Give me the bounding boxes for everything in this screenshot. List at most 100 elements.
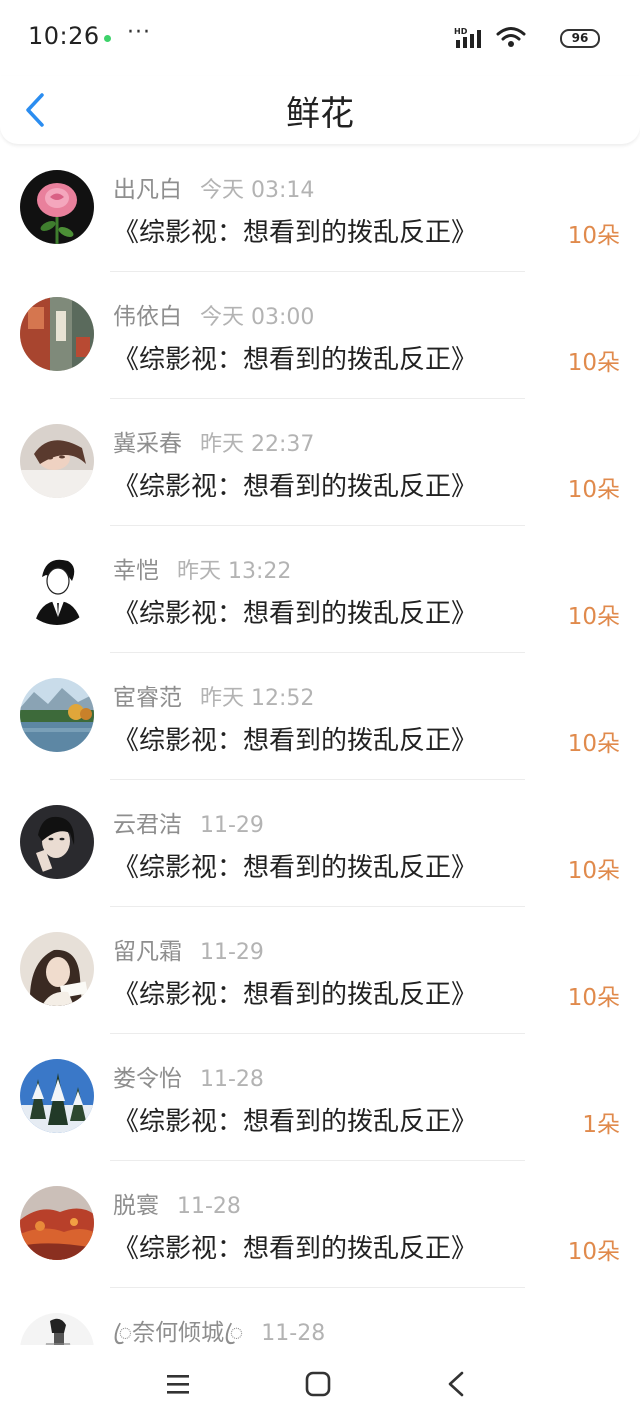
user-name[interactable]: 云君洁 [113, 812, 182, 838]
list-item[interactable]: 娄令怡 11-28 《综影视：想看到的拨乱反正》 1朵 [0, 1035, 640, 1162]
item-meta: 脱寰 11-28 [113, 1186, 241, 1220]
item-meta: 留凡霜 11-29 [113, 932, 264, 966]
battery-icon: 96 [560, 29, 600, 48]
book-title[interactable]: 《综影视：想看到的拨乱反正》 [113, 847, 477, 884]
flower-count: 10朵 [567, 858, 620, 884]
flower-count: 10朵 [567, 731, 620, 757]
menu-button[interactable] [158, 1367, 198, 1403]
user-name[interactable]: 宦睿范 [113, 685, 182, 711]
user-name[interactable]: 出凡白 [113, 177, 182, 203]
avatar[interactable] [20, 424, 94, 498]
book-title[interactable]: 《综影视：想看到的拨乱反正》 [113, 593, 477, 630]
system-nav-bar [0, 1345, 640, 1422]
item-meta: 出凡白 今天 03:14 [113, 170, 314, 204]
flower-count: 10朵 [567, 477, 620, 503]
user-name[interactable]: 冀采春 [113, 431, 182, 457]
avatar[interactable] [20, 1186, 94, 1260]
divider [110, 906, 525, 907]
home-button[interactable] [298, 1367, 338, 1403]
book-title[interactable]: 《综影视：想看到的拨乱反正》 [113, 466, 477, 503]
page-title: 鲜花 [286, 94, 354, 134]
user-name[interactable]: ꦿ奈何倾城ꦿ [113, 1320, 243, 1346]
status-time: 10:26 [28, 22, 100, 50]
lake-avatar-image [20, 678, 94, 752]
user-name[interactable]: 幸恺 [113, 558, 159, 584]
portrait-avatar-image [20, 805, 94, 879]
divider [110, 1160, 525, 1161]
book-title[interactable]: 《综影视：想看到的拨乱反正》 [113, 212, 477, 249]
list-item[interactable]: 冀采春 昨天 22:37 《综影视：想看到的拨乱反正》 10朵 [0, 400, 640, 527]
portrait-avatar-image [20, 424, 94, 498]
avatar[interactable] [20, 170, 94, 244]
more-notifications-icon: ··· [127, 20, 151, 45]
collage-avatar-image [20, 297, 94, 371]
home-square-icon [305, 1371, 331, 1397]
portrait-avatar-image [20, 932, 94, 1006]
book-title[interactable]: 《综影视：想看到的拨乱反正》 [113, 1228, 477, 1265]
timestamp: 今天 03:14 [200, 178, 315, 203]
book-title[interactable]: 《综影视：想看到的拨乱反正》 [113, 1101, 477, 1138]
user-name[interactable]: 脱寰 [113, 1193, 159, 1219]
divider [110, 271, 525, 272]
list-item[interactable]: 脱寰 11-28 《综影视：想看到的拨乱反正》 10朵 [0, 1162, 640, 1289]
timestamp: 11-29 [200, 940, 264, 965]
timestamp: 昨天 13:22 [177, 559, 292, 584]
notification-dot-icon [104, 35, 111, 42]
item-meta: 娄令怡 11-28 [113, 1059, 264, 1093]
user-name[interactable]: 留凡霜 [113, 939, 182, 965]
header: 鲜花 [0, 76, 640, 144]
flower-count: 1朵 [582, 1112, 620, 1138]
network-label: HD [454, 27, 468, 36]
avatar[interactable] [20, 805, 94, 879]
divider [110, 398, 525, 399]
timestamp: 今天 03:00 [200, 305, 315, 330]
timestamp: 11-28 [177, 1194, 241, 1219]
list-item[interactable]: 留凡霜 11-29 《综影视：想看到的拨乱反正》 10朵 [0, 908, 640, 1035]
timestamp: 11-28 [261, 1321, 326, 1346]
back-triangle-icon [448, 1371, 464, 1397]
item-meta: 云君洁 11-29 [113, 805, 264, 839]
book-title[interactable]: 《综影视：想看到的拨乱反正》 [113, 339, 477, 376]
list-item[interactable]: 幸恺 昨天 13:22 《综影视：想看到的拨乱反正》 10朵 [0, 527, 640, 654]
autumn-avatar-image [20, 1186, 94, 1260]
list-item[interactable]: 云君洁 11-29 《综影视：想看到的拨乱反正》 10朵 [0, 781, 640, 908]
timestamp: 昨天 12:52 [200, 686, 315, 711]
item-meta: 幸恺 昨天 13:22 [113, 551, 291, 585]
rose-avatar-image [20, 170, 94, 244]
status-bar: 10:26 ··· HD 96 [0, 0, 640, 76]
item-meta: 伟依白 今天 03:00 [113, 297, 314, 331]
divider [110, 779, 525, 780]
signal-icon: HD [454, 27, 481, 48]
avatar[interactable] [20, 678, 94, 752]
book-title[interactable]: 《综影视：想看到的拨乱反正》 [113, 720, 477, 757]
list-item[interactable]: 宦睿范 昨天 12:52 《综影视：想看到的拨乱反正》 10朵 [0, 654, 640, 781]
timestamp: 11-28 [200, 1067, 264, 1092]
timestamp: 昨天 22:37 [200, 432, 315, 457]
system-back-button[interactable] [437, 1367, 477, 1403]
avatar[interactable] [20, 297, 94, 371]
divider [110, 652, 525, 653]
flower-count: 10朵 [567, 604, 620, 630]
avatar[interactable] [20, 551, 94, 625]
list-item[interactable]: 出凡白 今天 03:14 《综影视：想看到的拨乱反正》 10朵 [0, 146, 640, 273]
divider [110, 1033, 525, 1034]
avatar[interactable] [20, 1059, 94, 1133]
item-meta: 宦睿范 昨天 12:52 [113, 678, 314, 712]
snow-trees-avatar-image [20, 1059, 94, 1133]
divider [110, 1287, 525, 1288]
list-item[interactable]: 伟依白 今天 03:00 《综影视：想看到的拨乱反正》 10朵 [0, 273, 640, 400]
divider [110, 525, 525, 526]
menu-icon [167, 1375, 189, 1394]
user-name[interactable]: 伟依白 [113, 304, 182, 330]
book-title[interactable]: 《综影视：想看到的拨乱反正》 [113, 974, 477, 1011]
flower-count: 10朵 [567, 1239, 620, 1265]
sketch-avatar-image [20, 551, 94, 625]
timestamp: 11-29 [200, 813, 264, 838]
flower-count: 10朵 [567, 223, 620, 249]
flower-count: 10朵 [567, 350, 620, 376]
avatar[interactable] [20, 932, 94, 1006]
wifi-icon [496, 27, 526, 47]
flower-count: 10朵 [567, 985, 620, 1011]
item-meta: 冀采春 昨天 22:37 [113, 424, 314, 458]
user-name[interactable]: 娄令怡 [113, 1066, 182, 1092]
